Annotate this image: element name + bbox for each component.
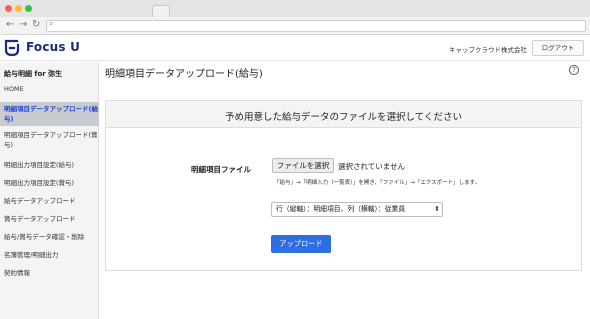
sidebar-item-upload-salary-items[interactable]: 明細項目データアップロード(給与)	[0, 102, 99, 126]
browser-tab[interactable]	[152, 5, 170, 17]
sidebar-item-data-check-delete[interactable]: 給与/賞与データ確認・削除	[0, 232, 99, 242]
panel-heading: 予め用意した給与データのファイルを選択してください	[225, 112, 462, 123]
sidebar-item-salary-output-settings[interactable]: 明細出力項目設定(給与)	[0, 160, 99, 170]
sidebar-item-salary-data-upload[interactable]: 給与データアップロード	[0, 196, 99, 206]
close-window-icon[interactable]	[5, 5, 12, 12]
url-bar: ← → ↻ ⌕	[0, 17, 590, 35]
logo-text: Focus U	[26, 40, 81, 54]
file-status: 選択されていません	[338, 162, 406, 171]
sidebar-item-roster-output[interactable]: 名簿管理/明細出力	[0, 250, 99, 260]
logo-mark-icon	[4, 39, 20, 57]
upload-button[interactable]: アップロード	[271, 235, 331, 253]
sidebar-item-bonus-output-settings[interactable]: 明細出力項目設定(賞与)	[0, 178, 99, 188]
caret-icon: ⬍	[434, 205, 440, 213]
search-icon: ⌕	[49, 19, 54, 28]
sidebar-title: 給与明細 for 弥生	[4, 70, 63, 78]
zoom-window-icon[interactable]	[25, 5, 32, 12]
export-hint: 「給与」→「明細入力（一覧表）」を開き、「ファイル」→「エクスポート」します。	[274, 180, 481, 186]
logout-button[interactable]: ログアウト	[532, 40, 584, 56]
panel-header: 予め用意した給与データのファイルを選択してください	[106, 101, 581, 128]
sidebar: 給与明細 for 弥生 HOME 明細項目データアップロード(給与) 明細項目デ…	[0, 62, 99, 319]
company-name: キャップクラウド株式会社	[449, 46, 527, 54]
minimize-window-icon[interactable]	[15, 5, 22, 12]
back-arrow-icon[interactable]: ←	[6, 19, 14, 30]
file-field-label: 明細項目ファイル	[191, 165, 251, 174]
forward-arrow-icon[interactable]: →	[19, 19, 27, 30]
sidebar-item-home[interactable]: HOME	[0, 84, 99, 94]
sidebar-item-upload-bonus-items[interactable]: 明細項目データアップロード(賞与)	[0, 130, 99, 150]
choose-file-button[interactable]: ファイルを選択	[272, 158, 334, 173]
sidebar-item-bonus-data-upload[interactable]: 賞与データアップロード	[0, 214, 99, 224]
layout-select[interactable]: 行（縦軸）：明細項目、列（横軸）：従業員 ⬍	[271, 202, 443, 217]
browser-window: ← → ↻ ⌕ Focus U キャップクラウド株式会社 ログアウト 給与明細 …	[0, 0, 590, 319]
reload-icon[interactable]: ↻	[32, 19, 40, 30]
address-input[interactable]: ⌕	[46, 19, 586, 32]
help-icon[interactable]: ?	[569, 65, 579, 75]
sidebar-item-contract-info[interactable]: 契約情報	[0, 268, 99, 278]
layout-select-value: 行（縦軸）：明細項目、列（横軸）：従業員	[276, 205, 406, 213]
window-titlebar	[0, 0, 590, 17]
app-header: Focus U キャップクラウド株式会社 ログアウト	[0, 36, 590, 61]
page-title: 明細項目データアップロード(給与)	[105, 69, 263, 80]
